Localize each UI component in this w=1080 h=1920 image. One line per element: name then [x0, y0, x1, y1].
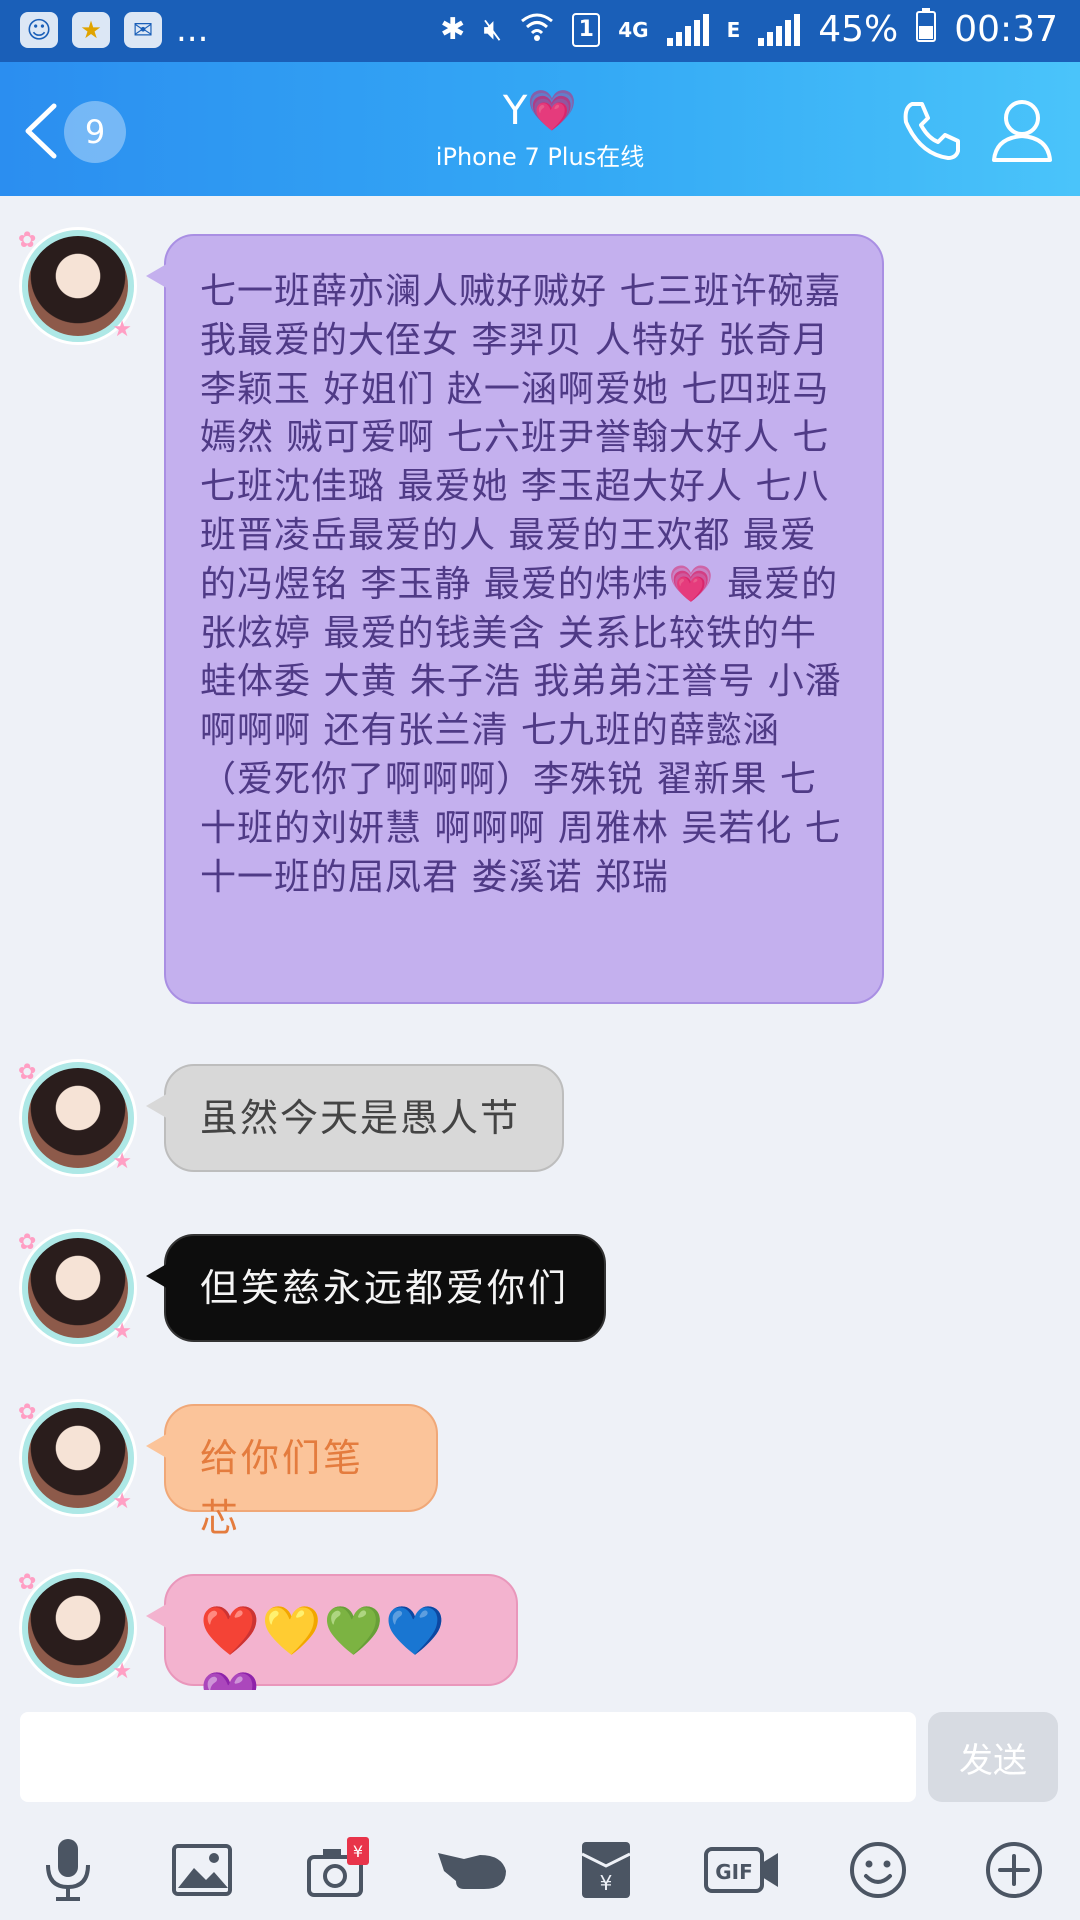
- notification-icons: ☺ ★ ✉ ...: [20, 12, 208, 48]
- mute-icon: 🔇︎: [483, 12, 503, 47]
- chat-header: 9 Y💗 iPhone 7 Plus在线: [0, 62, 1080, 196]
- emoji-button[interactable]: [838, 1830, 918, 1910]
- bluetooth-icon: ✱: [440, 12, 466, 47]
- qq-notification-icon: ☺: [20, 12, 58, 48]
- bubble-tail: [146, 1092, 170, 1120]
- sparkle-icon: ✿: [18, 1400, 37, 1425]
- sparkle-icon: ✿: [18, 1570, 37, 1595]
- message-bubble[interactable]: 但笑慈永远都爱你们: [146, 1234, 606, 1342]
- star-icon: ★: [112, 1659, 132, 1684]
- message-text: 七一班薛亦澜人贼好贼好 七三班许碗嘉 我最爱的大侄女 李羿贝 人特好 张奇月 李…: [200, 271, 842, 898]
- bubble-tail: [146, 262, 170, 290]
- message-text: 给你们笔芯: [200, 1436, 365, 1540]
- input-toolbar: ¥ ¥ GIF: [0, 1830, 1080, 1916]
- image-button[interactable]: [162, 1830, 242, 1910]
- status-bar: ☺ ★ ✉ ... ✱ 🔇︎ 1 4G E 45% 00:37: [0, 0, 1080, 62]
- message-bubble[interactable]: 七一班薛亦澜人贼好贼好 七三班许碗嘉 我最爱的大侄女 李羿贝 人特好 张奇月 李…: [146, 234, 884, 1004]
- image-icon: [172, 1844, 232, 1896]
- message-text: 虽然今天是愚人节: [200, 1096, 521, 1140]
- voice-button[interactable]: [28, 1830, 108, 1910]
- network-4g-label: 4G: [618, 17, 649, 42]
- clock: 00:37: [954, 9, 1058, 50]
- contact-name-text: Y: [502, 88, 528, 134]
- sparkle-icon: ✿: [18, 1060, 37, 1085]
- avatar[interactable]: ✿ ★: [18, 228, 134, 342]
- avatar[interactable]: ✿ ★: [18, 1230, 134, 1344]
- signal-2-icon: [758, 13, 801, 46]
- message-text: 但笑慈永远都爱你们: [200, 1266, 570, 1310]
- camera-icon: ¥: [307, 1837, 369, 1897]
- bubble-tail: [146, 1432, 170, 1460]
- mail-notification-icon: ✉: [124, 12, 162, 48]
- star-icon: ★: [112, 317, 132, 342]
- contact-name-heart: 💗: [527, 88, 578, 134]
- message-input[interactable]: [20, 1712, 916, 1802]
- plus-icon: [986, 1842, 1042, 1898]
- message-bubble[interactable]: 虽然今天是愚人节: [146, 1064, 564, 1172]
- message-bubble[interactable]: 给你们笔芯: [146, 1404, 438, 1540]
- profile-button[interactable]: [990, 96, 1054, 164]
- sim-slot-indicator: 1: [572, 12, 601, 47]
- gif-button[interactable]: GIF: [702, 1830, 782, 1910]
- avatar[interactable]: ✿ ★: [18, 1400, 134, 1514]
- gif-label: GIF: [715, 1860, 753, 1884]
- redpacket-button[interactable]: ¥: [566, 1830, 646, 1910]
- sparkle-icon: ✿: [18, 228, 37, 253]
- wifi-icon: [520, 9, 554, 50]
- voice-call-button[interactable]: [898, 98, 964, 164]
- camera-button[interactable]: ¥: [298, 1830, 378, 1910]
- gif-icon: GIF: [704, 1847, 778, 1893]
- person-icon: [992, 100, 1052, 162]
- signal-icon: [666, 13, 709, 46]
- star-notification-icon: ★: [72, 12, 110, 48]
- redpacket-icon: ¥: [581, 1842, 631, 1898]
- star-icon: ★: [112, 1489, 132, 1514]
- svg-text:¥: ¥: [600, 1871, 613, 1895]
- poke-icon: [438, 1853, 506, 1889]
- input-area: 发送 ¥ ¥ GIF: [0, 1690, 1080, 1920]
- battery-icon: [916, 8, 937, 51]
- battery-level: 45%: [818, 9, 899, 50]
- send-button[interactable]: 发送: [928, 1712, 1058, 1802]
- network-e-label: E: [726, 17, 741, 42]
- poke-button[interactable]: [432, 1830, 512, 1910]
- star-icon: ★: [112, 1149, 132, 1174]
- redpacket-label: ¥: [353, 1842, 363, 1861]
- star-icon: ★: [112, 1319, 132, 1344]
- emoji-icon: [850, 1842, 906, 1898]
- bubble-tail: [146, 1602, 170, 1630]
- avatar[interactable]: ✿ ★: [18, 1570, 134, 1684]
- system-icons: ✱ 🔇︎ 1 4G E 45% 00:37: [440, 8, 1058, 51]
- mic-icon: [46, 1839, 90, 1901]
- sparkle-icon: ✿: [18, 1230, 37, 1255]
- more-notifications: ...: [176, 10, 209, 50]
- phone-icon: [903, 102, 960, 160]
- message-bubble[interactable]: ❤️💛💚💙💜: [146, 1574, 518, 1725]
- avatar[interactable]: ✿ ★: [18, 1060, 134, 1174]
- bubble-tail: [146, 1262, 170, 1290]
- more-button[interactable]: [974, 1830, 1054, 1910]
